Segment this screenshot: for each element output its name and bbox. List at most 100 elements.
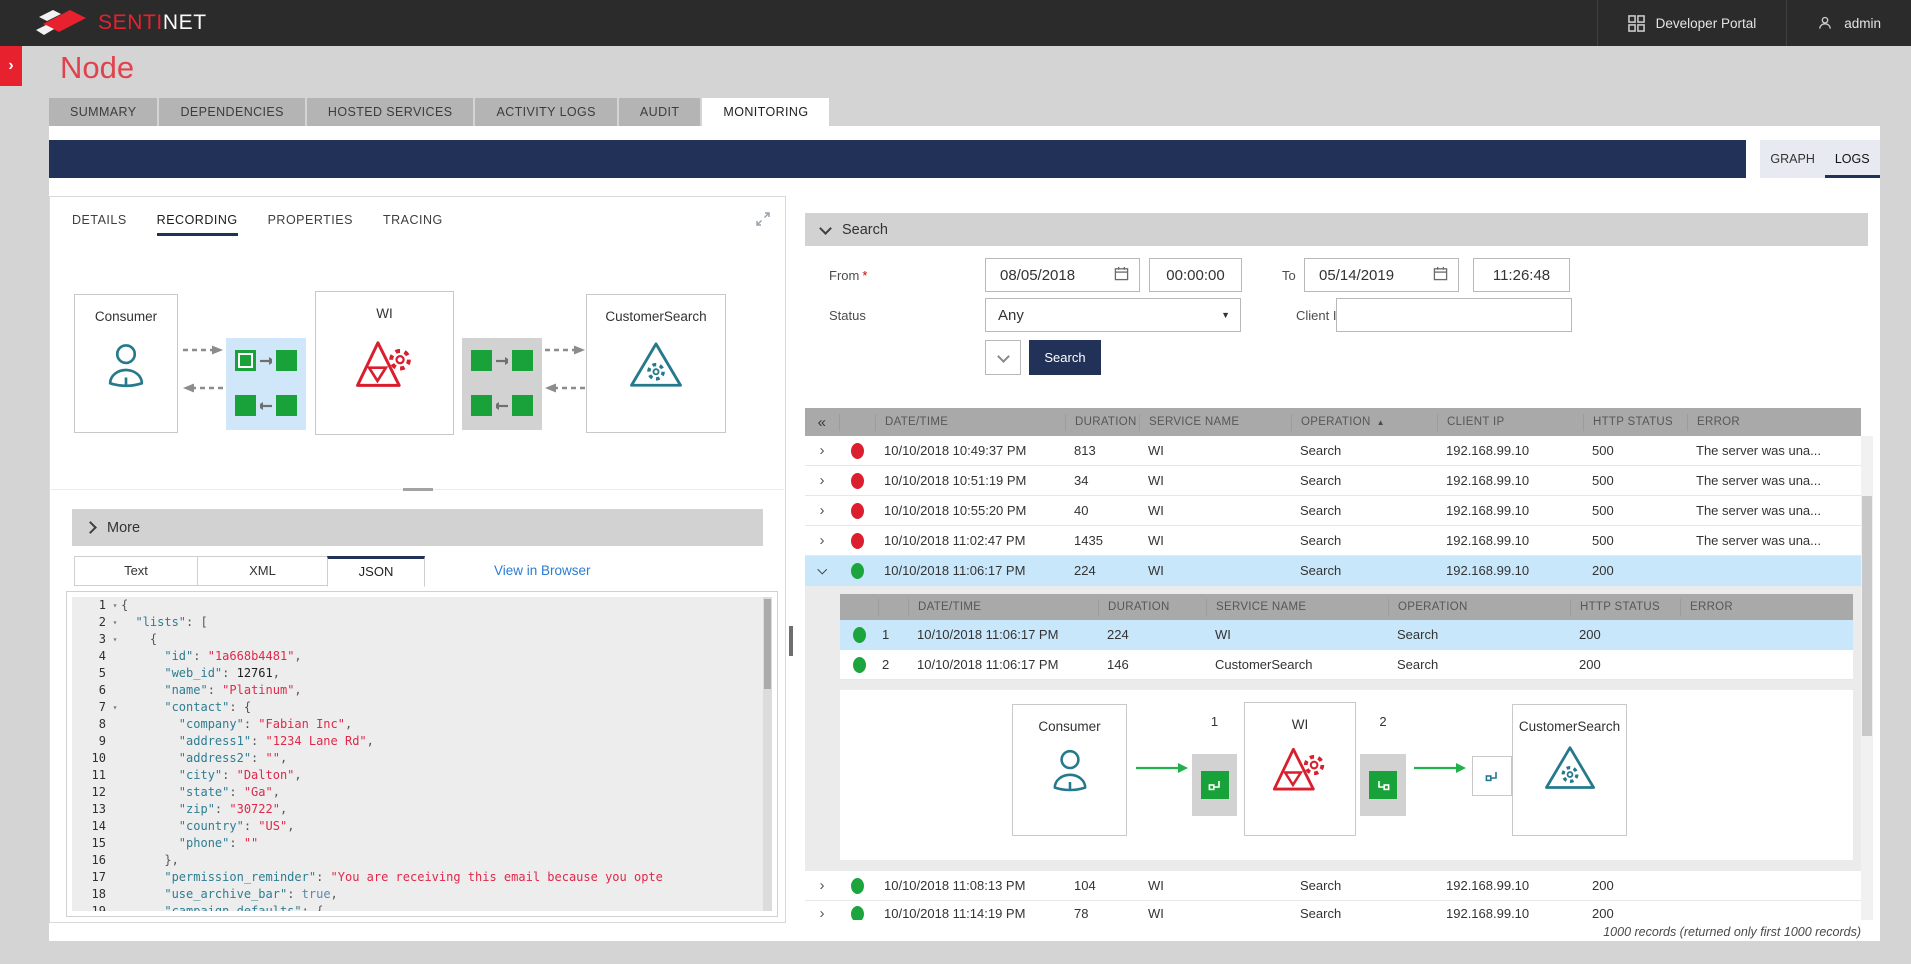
view-toggle-graph[interactable]: GRAPH	[1760, 140, 1824, 178]
to-date-input[interactable]: 05/14/2019	[1304, 258, 1459, 292]
code-line: 13 "zip": "30722",	[72, 801, 772, 818]
code-scrollbar[interactable]	[763, 597, 772, 911]
log-row[interactable]: ›10/10/2018 11:14:19 PM78WISearch192.168…	[805, 901, 1861, 920]
view-in-browser-link[interactable]: View in Browser	[494, 556, 591, 586]
main-tabs: SUMMARYDEPENDENCIESHOSTED SERVICESACTIVI…	[49, 98, 829, 126]
fold-icon[interactable]: ▾	[109, 699, 121, 716]
user-menu[interactable]: admin	[1786, 0, 1911, 46]
tab-text[interactable]: Text	[74, 556, 198, 586]
tab-activity-logs[interactable]: ACTIVITY LOGS	[475, 98, 616, 126]
diagram-node-wi[interactable]: WI	[1244, 702, 1356, 836]
tab-summary[interactable]: SUMMARY	[49, 98, 157, 126]
message-step-icon[interactable]	[1201, 771, 1229, 799]
message-step-icon[interactable]	[512, 395, 533, 416]
tab-dependencies[interactable]: DEPENDENCIES	[159, 98, 304, 126]
column-header-duration[interactable]: DURATION	[1065, 414, 1139, 431]
message-exchange-consumer-wi[interactable]	[226, 338, 306, 430]
column-header-operation[interactable]: OPERATION▲	[1291, 414, 1437, 431]
tab-json[interactable]: JSON	[327, 556, 425, 587]
tab-hosted-services[interactable]: HOSTED SERVICES	[307, 98, 474, 126]
column-header-client-ip[interactable]: CLIENT IP	[1437, 414, 1583, 431]
code-line: 8 "company": "Fabian Inc",	[72, 716, 772, 733]
from-time-input[interactable]: 00:00:00	[1149, 258, 1242, 292]
table-scrollbar[interactable]	[1861, 436, 1873, 920]
status-dot-error	[851, 473, 864, 489]
message-step-icon[interactable]	[512, 350, 533, 371]
expand-row-icon[interactable]: ›	[805, 443, 839, 458]
tab-details[interactable]: DETAILS	[72, 213, 127, 236]
status-dot-cell	[839, 533, 875, 549]
message-step-icon[interactable]	[1369, 771, 1397, 799]
arrow-left-icon	[496, 401, 508, 411]
expand-row-icon[interactable]: ›	[805, 503, 839, 518]
to-time-input[interactable]: 11:26:48	[1473, 258, 1570, 292]
message-exchange-wi-customersearch[interactable]	[462, 338, 542, 430]
tab-xml[interactable]: XML	[197, 556, 328, 586]
developer-portal-button[interactable]: Developer Portal	[1597, 0, 1787, 46]
log-row[interactable]: ›10/10/2018 11:02:47 PM1435WISearch192.1…	[805, 526, 1861, 556]
search-options-button[interactable]	[985, 340, 1021, 375]
panel-splitter[interactable]	[51, 489, 784, 490]
status-select[interactable]: Any ▼	[985, 298, 1241, 332]
diagram-node-wi[interactable]: WI	[315, 291, 454, 435]
message-step-icon[interactable]	[235, 350, 256, 371]
diagram-node-consumer[interactable]: Consumer	[74, 294, 178, 433]
log-row[interactable]: ›10/10/2018 10:49:37 PM813WISearch192.16…	[805, 436, 1861, 466]
fold-icon[interactable]: ▾	[109, 597, 121, 614]
search-section-header[interactable]: Search	[805, 213, 1868, 246]
column-header-http-status[interactable]: HTTP STATUS	[1583, 414, 1687, 431]
message-step-icon[interactable]	[276, 350, 297, 371]
column-header-error[interactable]: ERROR	[1687, 414, 1861, 431]
log-row[interactable]: ›10/10/2018 10:51:19 PM34WISearch192.168…	[805, 466, 1861, 496]
fold-icon[interactable]: ▾	[109, 631, 121, 648]
log-row[interactable]: ›10/10/2018 10:55:20 PM40WISearch192.168…	[805, 496, 1861, 526]
calendar-icon[interactable]	[1114, 266, 1129, 285]
collapse-row-icon[interactable]	[805, 566, 839, 575]
calendar-icon[interactable]	[1433, 266, 1448, 285]
message-step-icon[interactable]	[471, 350, 492, 371]
client-ip-input[interactable]	[1336, 298, 1572, 332]
diagram-node-customersearch[interactable]: CustomerSearch	[586, 294, 726, 433]
fold-icon[interactable]: ▾	[109, 614, 121, 631]
expand-row-icon[interactable]: ›	[805, 533, 839, 548]
search-button[interactable]: Search	[1029, 340, 1101, 375]
more-expander[interactable]: More	[72, 509, 763, 546]
panel-scrollbar-thumb[interactable]	[789, 626, 793, 656]
response-arrow-icon	[182, 383, 224, 393]
column-header-service-name[interactable]: SERVICE NAME	[1139, 414, 1291, 431]
diagram-node-customersearch[interactable]: CustomerSearch	[1512, 704, 1627, 836]
sentinet-logo[interactable]: SENTINET	[34, 8, 207, 38]
diagram-node-consumer[interactable]: Consumer	[1012, 704, 1127, 836]
expand-row-icon[interactable]: ›	[805, 878, 839, 893]
message-step-icon[interactable]	[235, 395, 256, 416]
nav-expand-tab[interactable]: ›	[0, 46, 22, 86]
message-out-box[interactable]	[1472, 756, 1512, 796]
expand-row-icon[interactable]: ›	[805, 906, 839, 920]
status-dot-cell	[839, 563, 875, 579]
to-label: To	[1282, 268, 1296, 283]
log-row[interactable]: ›10/10/2018 11:08:13 PM104WISearch192.16…	[805, 871, 1861, 901]
collapse-columns-icon[interactable]: «	[805, 414, 839, 431]
json-code[interactable]: 1▾{2▾ "lists": [3▾ {4 "id": "1a668b4481"…	[72, 597, 772, 911]
tab-tracing[interactable]: TRACING	[383, 213, 443, 236]
tab-audit[interactable]: AUDIT	[619, 98, 701, 126]
tab-recording[interactable]: RECORDING	[157, 213, 238, 236]
message-step-icon[interactable]	[471, 395, 492, 416]
column-header-date-time[interactable]: DATE/TIME	[875, 414, 1065, 431]
tab-monitoring[interactable]: MONITORING	[702, 98, 829, 126]
status-column-header	[839, 414, 875, 431]
log-subrow[interactable]: 210/10/2018 11:06:17 PM146CustomerSearch…	[840, 650, 1853, 680]
log-subrow[interactable]: 110/10/2018 11:06:17 PM224WISearch200	[840, 620, 1853, 650]
message-step-icon[interactable]	[276, 395, 297, 416]
tab-properties[interactable]: PROPERTIES	[268, 213, 353, 236]
from-date-input[interactable]: 08/05/2018	[985, 258, 1140, 292]
log-row[interactable]: 10/10/2018 11:06:17 PM224WISearch192.168…	[805, 556, 1861, 586]
expand-panel-button[interactable]	[755, 211, 771, 232]
expand-row-icon[interactable]: ›	[805, 473, 839, 488]
status-dot-success	[853, 627, 866, 643]
column-header-http-status: HTTP STATUS	[1570, 599, 1680, 616]
view-toggle-logs[interactable]: LOGS	[1825, 140, 1880, 178]
service-gear-icon	[1513, 744, 1626, 797]
payload-viewer: 1▾{2▾ "lists": [3▾ {4 "id": "1a668b4481"…	[66, 591, 778, 917]
page-title: Node	[60, 50, 134, 86]
